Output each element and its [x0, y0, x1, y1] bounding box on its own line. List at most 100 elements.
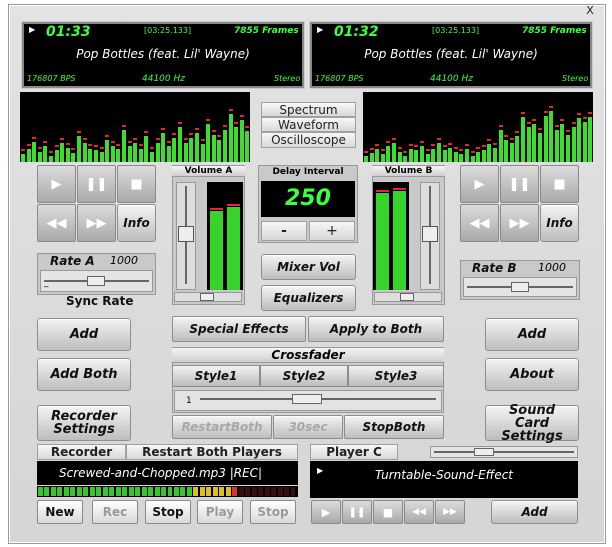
- crossfader-style3-tab[interactable]: Style3: [348, 365, 444, 387]
- spectrum-bar: [195, 133, 199, 162]
- rate-a-slider-thumb[interactable]: [87, 276, 105, 286]
- spectrum-bar: [229, 114, 233, 162]
- spectrum-bar: [178, 127, 182, 162]
- spectrum-peak: [167, 141, 171, 143]
- oscilloscope-mode-button[interactable]: Oscilloscope: [261, 132, 356, 148]
- player-b-info-button[interactable]: Info: [540, 204, 579, 242]
- spectrum-peak: [532, 119, 536, 121]
- player-a-play-button[interactable]: ▶: [37, 165, 76, 203]
- level-segment: [102, 487, 108, 496]
- add-b-button[interactable]: Add: [485, 318, 579, 351]
- spectrum-peak: [71, 148, 75, 150]
- fast-forward-icon: ▶▶: [86, 215, 107, 231]
- close-button[interactable]: X: [583, 5, 597, 18]
- restart-both-button[interactable]: RestartBoth: [172, 415, 272, 439]
- spectrum-bar: [583, 122, 587, 162]
- player-b-forward-button[interactable]: ▶▶: [500, 204, 539, 242]
- spectrum-peak: [426, 149, 430, 151]
- volume-b-balance-thumb[interactable]: [400, 293, 414, 301]
- delay-label: Delay Interval: [272, 167, 344, 177]
- recorder-rec-button[interactable]: Rec: [92, 500, 138, 524]
- spectrum-peak: [240, 115, 244, 117]
- spectrum-bar: [471, 156, 475, 162]
- spectrum-peak: [100, 147, 104, 149]
- track-title: Pop Bottles (feat. Lil' Wayne): [364, 47, 538, 61]
- spectrum-bar: [217, 140, 221, 162]
- spectrum-peak: [217, 135, 221, 137]
- volume-b-label: Volume B: [372, 166, 445, 177]
- player-a-info-button[interactable]: Info: [117, 204, 156, 242]
- special-effects-button[interactable]: Special Effects: [172, 316, 306, 342]
- elapsed-time: 01:32: [334, 24, 379, 40]
- spectrum-peak: [398, 147, 402, 149]
- player-b-play-button[interactable]: ▶: [460, 165, 499, 203]
- spectrum-bar: [245, 131, 249, 162]
- player-c-forward-button[interactable]: ▶▶: [435, 500, 465, 524]
- player-a-rewind-button[interactable]: ◀◀: [37, 204, 76, 242]
- mixer-vol-button[interactable]: Mixer Vol: [261, 254, 356, 280]
- delay-decrease-button[interactable]: -: [261, 221, 307, 241]
- recorder-new-button[interactable]: New: [37, 500, 83, 524]
- recorder-settings-button[interactable]: Recorder Settings: [37, 405, 131, 441]
- spectrum-bar: [77, 136, 81, 162]
- pause-icon: ❚❚: [348, 506, 366, 518]
- player-c-stop-button[interactable]: ■: [373, 500, 403, 524]
- recorder-play-button[interactable]: Play: [197, 500, 243, 524]
- apply-to-both-button[interactable]: Apply to Both: [308, 316, 444, 342]
- stop-both-button[interactable]: StopBoth: [344, 415, 444, 439]
- spectrum-bar: [32, 142, 36, 162]
- add-a-button[interactable]: Add: [37, 318, 131, 351]
- add-both-button[interactable]: Add Both: [37, 358, 131, 391]
- delay-increase-button[interactable]: +: [309, 221, 355, 241]
- spectrum-bar: [414, 150, 418, 162]
- spectrum-peak: [566, 130, 570, 132]
- spectrum-bar: [588, 117, 592, 162]
- volume-a-balance-thumb[interactable]: [200, 293, 214, 301]
- player-c-play-button[interactable]: ▶: [311, 500, 341, 524]
- volume-a-fader-thumb[interactable]: [178, 226, 194, 242]
- player-c-rewind-button[interactable]: ◀◀: [404, 500, 434, 524]
- recorder-stop-playback-button[interactable]: Stop: [250, 500, 296, 524]
- crossfader-slider-thumb[interactable]: [292, 394, 322, 404]
- vu-meter-peak: [210, 208, 223, 210]
- player-b-rewind-button[interactable]: ◀◀: [460, 204, 499, 242]
- spectrum-peak: [133, 138, 137, 140]
- level-segment: [180, 487, 186, 496]
- player-c-add-button[interactable]: Add: [491, 500, 578, 524]
- player-c-volume-groove: [434, 451, 574, 453]
- spectrum-bar: [392, 143, 396, 162]
- level-segment: [128, 487, 134, 496]
- spectrum-peak: [105, 135, 109, 137]
- crossfader-style2-tab[interactable]: Style2: [260, 365, 348, 387]
- spectrum-peak: [443, 145, 447, 147]
- spectrum-bar: [510, 143, 514, 162]
- recorder-stop-button[interactable]: Stop: [145, 500, 191, 524]
- equalizers-button[interactable]: Equalizers: [261, 285, 356, 311]
- player-a-forward-button[interactable]: ▶▶: [77, 204, 116, 242]
- player-c-pause-button[interactable]: ❚❚: [342, 500, 372, 524]
- play-icon: ▶: [474, 176, 485, 192]
- level-segment: [206, 487, 212, 496]
- waveform-mode-button[interactable]: Waveform: [261, 117, 356, 132]
- player-b-pause-button[interactable]: ❚❚: [500, 165, 539, 203]
- player-c-volume-thumb[interactable]: [474, 448, 494, 456]
- sound-card-settings-button[interactable]: Sound Card Settings: [485, 404, 579, 443]
- recorder-label: Recorder: [37, 444, 126, 460]
- spectrum-bar: [111, 146, 115, 162]
- thirty-sec-button[interactable]: 30sec: [273, 415, 343, 439]
- player-a-pause-button[interactable]: ❚❚: [77, 165, 116, 203]
- spectrum-mode-button[interactable]: Spectrum: [261, 102, 356, 117]
- volume-b-meter: [373, 182, 409, 290]
- sync-rate-label[interactable]: Sync Rate: [66, 294, 134, 308]
- level-segment: [186, 487, 192, 496]
- player-b-stop-button[interactable]: ■: [540, 165, 579, 203]
- volume-b-fader-thumb[interactable]: [422, 226, 438, 242]
- rate-b-slider-thumb[interactable]: [511, 282, 529, 292]
- player-a-stop-button[interactable]: ■: [117, 165, 156, 203]
- about-button[interactable]: About: [485, 358, 579, 391]
- restart-both-players-button[interactable]: Restart Both Players: [126, 444, 298, 460]
- crossfader-style1-tab[interactable]: Style1: [172, 365, 260, 387]
- spectrum-peak: [414, 145, 418, 147]
- vu-meter-peak: [227, 204, 240, 206]
- spectrum-bar: [521, 117, 525, 162]
